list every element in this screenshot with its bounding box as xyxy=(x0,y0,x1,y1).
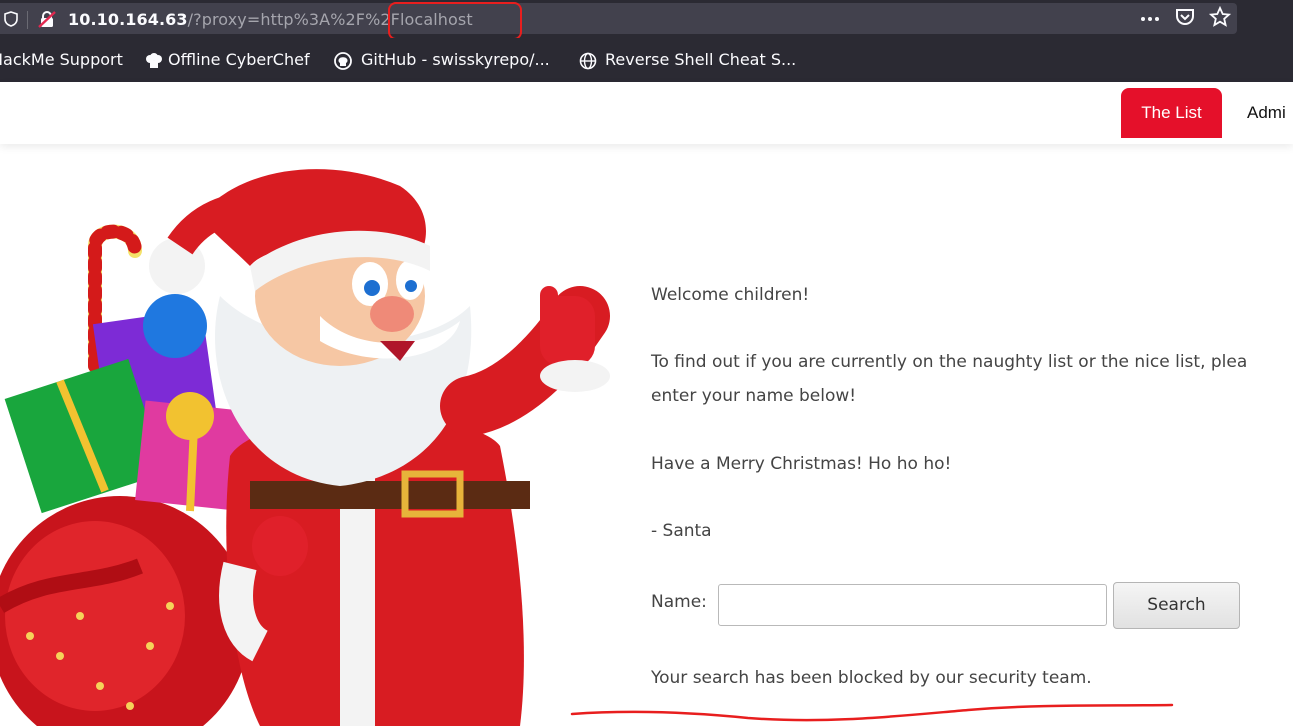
instructions-line-2: enter your name below! xyxy=(651,386,857,406)
annotation-underline xyxy=(570,703,1174,722)
pocket-icon[interactable] xyxy=(1174,6,1196,28)
annotation-circle xyxy=(388,2,522,40)
signature-text: - Santa xyxy=(651,521,712,541)
bookmark-reverse-shell[interactable]: Reverse Shell Cheat S... xyxy=(605,50,796,69)
welcome-text: Welcome children! xyxy=(651,285,810,305)
shield-icon[interactable] xyxy=(4,11,18,27)
globe-icon xyxy=(579,52,597,70)
nav-the-list[interactable]: The List xyxy=(1121,88,1222,138)
santa-illustration xyxy=(0,169,610,726)
site-header: The List Admi xyxy=(0,82,1293,144)
bookmark-star-icon[interactable] xyxy=(1209,6,1231,28)
blocked-message: Your search has been blocked by our secu… xyxy=(651,668,1092,688)
insecure-lock-icon[interactable] xyxy=(38,11,56,28)
address-bar[interactable]: 10.10.164.63/?proxy=http%3A%2F%2Flocalho… xyxy=(0,3,1237,34)
github-icon xyxy=(334,52,352,70)
more-actions-icon[interactable] xyxy=(1139,6,1161,28)
name-label: Name: xyxy=(651,592,707,612)
chef-hat-icon xyxy=(146,53,162,68)
bookmark-github[interactable]: GitHub - swisskyrepo/... xyxy=(361,50,550,69)
name-input[interactable] xyxy=(718,584,1107,626)
instructions-line-1: To find out if you are currently on the … xyxy=(651,352,1248,372)
nav-admin[interactable]: Admi xyxy=(1247,88,1286,138)
url-host: 10.10.164.63 xyxy=(68,10,188,29)
separator xyxy=(27,11,28,29)
search-button[interactable]: Search xyxy=(1113,582,1240,629)
greeting-text: Have a Merry Christmas! Ho ho ho! xyxy=(651,454,952,474)
bookmark-cyberchef[interactable]: Offline CyberChef xyxy=(168,50,310,69)
browser-toolbar: 10.10.164.63/?proxy=http%3A%2F%2Flocalho… xyxy=(0,0,1293,40)
bookmark-hackme[interactable]: HackMe Support xyxy=(0,50,123,69)
bookmarks-bar: HackMe Support Offline CyberChef GitHub … xyxy=(0,38,1293,82)
